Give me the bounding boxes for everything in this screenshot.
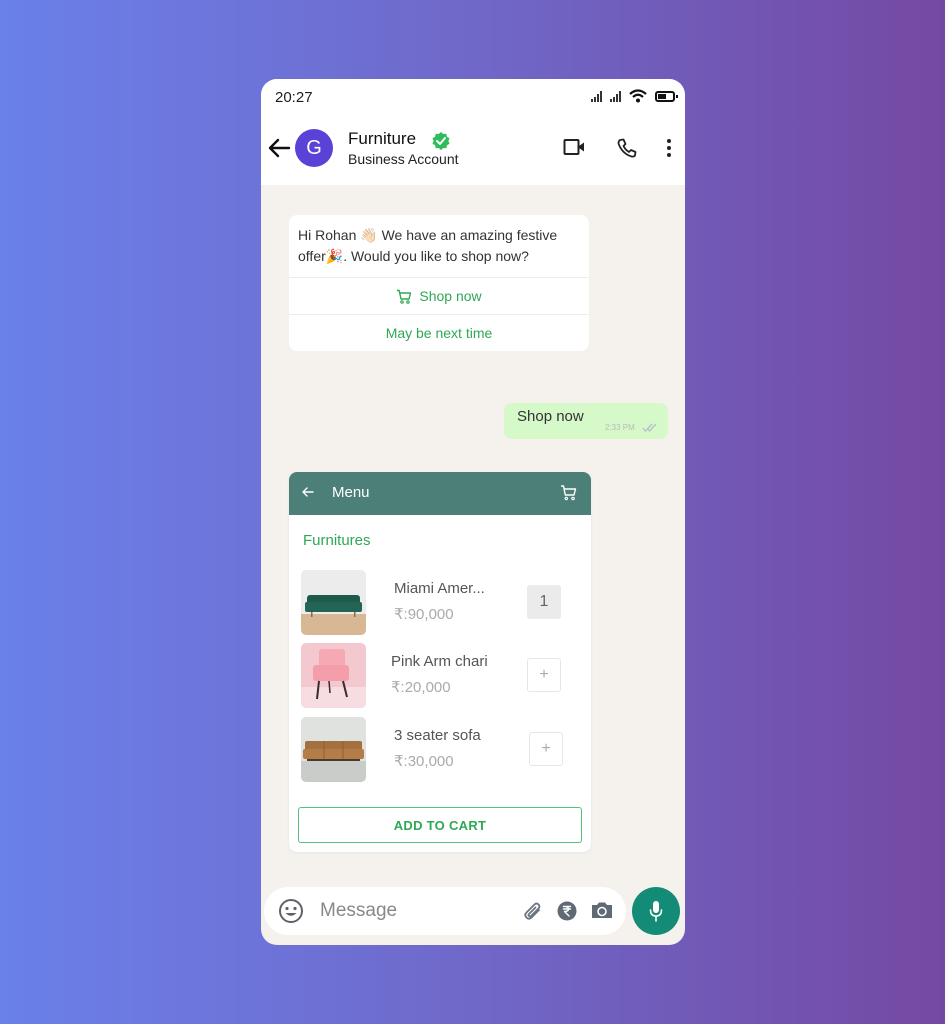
product-name: 3 seater sofa — [394, 727, 481, 744]
message-time: 2:33 PM — [605, 423, 635, 432]
battery-icon — [655, 90, 678, 102]
message-input[interactable] — [320, 895, 500, 927]
incoming-message: Hi Rohan 👋🏻 We have an amazing festive o… — [289, 215, 589, 351]
more-options-icon[interactable] — [665, 137, 673, 159]
voice-message-button[interactable] — [632, 887, 680, 935]
back-arrow-icon[interactable] — [267, 136, 293, 160]
product-item[interactable]: 3 seater sofa ₹:30,000 + — [301, 717, 581, 783]
wifi-icon — [629, 89, 647, 103]
camera-icon[interactable] — [591, 901, 613, 919]
product-name: Miami Amer... — [394, 580, 485, 597]
signal-icon — [591, 90, 602, 102]
add-quantity-button[interactable]: + — [529, 732, 563, 766]
attachment-icon[interactable] — [522, 900, 544, 922]
category-title: Furnitures — [303, 532, 371, 549]
verified-badge-icon — [432, 132, 450, 150]
menu-title: Menu — [332, 484, 370, 501]
product-image-brown-sofa — [301, 717, 366, 782]
status-icons — [591, 89, 678, 103]
status-time: 20:27 — [275, 89, 313, 106]
cart-icon — [397, 289, 412, 304]
quantity-counter[interactable]: 1 — [527, 585, 561, 619]
back-arrow-icon[interactable] — [301, 485, 315, 499]
chat-header: 20:27 G Furniture Business Account — [261, 79, 685, 185]
menu-header: Menu — [289, 472, 591, 515]
product-item[interactable]: Pink Arm chari ₹:20,000 + — [301, 643, 581, 709]
product-price: ₹:30,000 — [394, 753, 454, 770]
payment-rupee-icon[interactable] — [557, 901, 577, 921]
video-call-icon[interactable] — [563, 137, 587, 157]
product-image-green-sofa — [301, 570, 366, 635]
product-price: ₹:20,000 — [391, 679, 451, 696]
message-text: Shop now — [517, 408, 584, 425]
product-image-pink-chair — [301, 643, 366, 708]
quick-reply-maybe-later[interactable]: May be next time — [289, 314, 589, 351]
read-ticks-icon — [642, 423, 657, 432]
emoji-icon[interactable] — [278, 898, 304, 924]
signal-icon — [610, 90, 621, 102]
quick-reply-shop-now[interactable]: Shop now — [289, 277, 589, 314]
cart-icon[interactable] — [560, 484, 577, 501]
quick-reply-label: Shop now — [419, 288, 482, 304]
product-menu-card: Menu Furnitures Miami Amer... ₹:90,000 1… — [289, 472, 591, 852]
outgoing-message: Shop now 2:33 PM — [504, 403, 668, 439]
product-name: Pink Arm chari — [391, 653, 488, 670]
add-quantity-button[interactable]: + — [527, 658, 561, 692]
contact-name[interactable]: Furniture — [348, 129, 416, 149]
phone-screen: 20:27 G Furniture Business Account Hi Ro… — [261, 79, 685, 945]
microphone-icon — [649, 901, 663, 922]
message-text: Hi Rohan 👋🏻 We have an amazing festive o… — [298, 227, 558, 264]
message-composer — [264, 887, 626, 935]
add-to-cart-button[interactable]: ADD TO CART — [298, 807, 582, 843]
contact-subtitle: Business Account — [348, 151, 459, 167]
voice-call-icon[interactable] — [616, 137, 638, 159]
product-item[interactable]: Miami Amer... ₹:90,000 1 — [301, 570, 581, 636]
avatar[interactable]: G — [295, 129, 333, 167]
product-price: ₹:90,000 — [394, 606, 454, 623]
quick-reply-label: May be next time — [385, 325, 493, 341]
